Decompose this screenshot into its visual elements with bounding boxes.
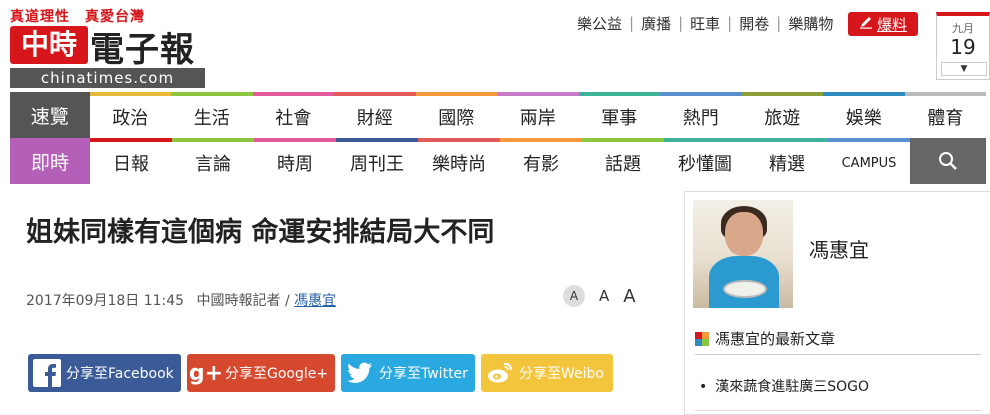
share-weibo-label: 分享至Weibo: [519, 366, 604, 382]
primary-nav: 速覽 政治 生活 社會 財經 國際 兩岸 軍事 熱門 旅遊 娛樂 體育: [10, 92, 987, 138]
nav-opinion[interactable]: 言論: [172, 138, 254, 184]
article-datetime: 2017年09月18日 11:45: [26, 293, 185, 309]
share-google-button[interactable]: g+ 分享至Google+: [187, 354, 335, 392]
nav-realtime[interactable]: 即時: [10, 138, 90, 184]
site-logo[interactable]: 真道理性 真愛台灣 中時 電子報 chinatimes.com: [10, 6, 210, 88]
nav-politics[interactable]: 政治: [89, 92, 172, 138]
logo-domain: chinatimes.com: [10, 68, 205, 88]
nav-entertainment[interactable]: 娛樂: [823, 92, 905, 138]
share-weibo-button[interactable]: 分享至Weibo: [481, 354, 613, 392]
logo-name: 電子報: [90, 30, 195, 70]
report-label: 爆料: [876, 15, 907, 34]
nav-topics[interactable]: 話題: [582, 138, 664, 184]
share-twitter-button[interactable]: 分享至Twitter: [341, 354, 475, 392]
top-link-books[interactable]: 開卷: [732, 13, 776, 34]
search-icon: [938, 151, 958, 176]
weibo-icon: [481, 354, 519, 392]
font-size-medium-button[interactable]: A: [599, 287, 609, 305]
date-widget: 九月 19 ▼: [936, 12, 990, 80]
latest-article-link[interactable]: 漢來蔬食進駐廣三SOGO: [699, 376, 869, 396]
top-links: 樂公益 | 廣播 | 旺車 | 開卷 | 樂購物: [570, 12, 840, 34]
top-link-shopping[interactable]: 樂購物: [781, 13, 840, 34]
latest-articles-heading: 馮惠宜的最新文章: [695, 328, 835, 349]
nav-life[interactable]: 生活: [171, 92, 253, 138]
article-headline: 姐妹同樣有這個病 命運安排結局大不同: [26, 217, 495, 248]
author-photo[interactable]: [693, 200, 793, 308]
author-link[interactable]: 馮惠宜: [294, 293, 336, 309]
nav-campus[interactable]: CAMPUS: [828, 138, 910, 184]
grid-icon: [695, 331, 709, 346]
nav-hot[interactable]: 熱門: [660, 92, 742, 138]
nav-infographics[interactable]: 秒懂圖: [664, 138, 746, 184]
nav-cross-strait[interactable]: 兩岸: [497, 92, 579, 138]
edit-icon: [859, 15, 873, 33]
latest-articles-title: 馮惠宜的最新文章: [715, 330, 836, 348]
share-twitter-label: 分享至Twitter: [379, 366, 468, 382]
nav-finance[interactable]: 財經: [334, 92, 416, 138]
font-size-large-button[interactable]: A: [623, 286, 635, 307]
nav-overview[interactable]: 速覽: [10, 92, 90, 138]
nav-world[interactable]: 國際: [415, 92, 498, 138]
report-button[interactable]: 爆料: [848, 12, 918, 36]
author-name[interactable]: 馮惠宜: [809, 234, 869, 263]
nav-magazine[interactable]: 周刊王: [336, 138, 418, 184]
nav-sports[interactable]: 體育: [904, 92, 987, 138]
top-link-charity[interactable]: 樂公益: [570, 13, 629, 34]
share-google-label: 分享至Google+: [225, 366, 329, 382]
nav-travel[interactable]: 旅遊: [741, 92, 824, 138]
divider: [695, 410, 981, 411]
nav-fashion[interactable]: 樂時尚: [418, 138, 500, 184]
nav-daily[interactable]: 日報: [90, 138, 172, 184]
site-header: 真道理性 真愛台灣 中時 電子報 chinatimes.com 樂公益 | 廣播…: [0, 0, 990, 92]
top-link-radio[interactable]: 廣播: [634, 13, 678, 34]
nav-video[interactable]: 有影: [500, 138, 582, 184]
date-month: 九月: [952, 22, 974, 35]
top-link-cars[interactable]: 旺車: [683, 13, 727, 34]
twitter-icon: [341, 354, 379, 392]
author-sidebar: 馮惠宜 馮惠宜的最新文章 漢來蔬食進駐廣三SOGO: [684, 191, 990, 415]
nav-society[interactable]: 社會: [252, 92, 335, 138]
font-size-small-button[interactable]: A: [563, 285, 585, 307]
chevron-down-icon[interactable]: ▼: [941, 62, 987, 76]
date-day: 19: [950, 35, 976, 59]
share-facebook-button[interactable]: 分享至Facebook: [28, 354, 181, 392]
search-button[interactable]: [910, 138, 986, 184]
google-plus-icon: g+: [188, 360, 224, 386]
font-size-controls: A A A: [563, 285, 636, 307]
nav-weekly[interactable]: 時周: [254, 138, 336, 184]
nav-featured[interactable]: 精選: [746, 138, 828, 184]
logo-mark: 中時: [10, 26, 88, 64]
article-meta: 2017年09月18日 11:45 中國時報記者 / 馮惠宜: [26, 290, 336, 310]
divider: [695, 354, 981, 355]
share-facebook-label: 分享至Facebook: [66, 366, 174, 382]
article-source: 中國時報記者 /: [196, 293, 290, 309]
secondary-nav: 即時 日報 言論 時周 周刊王 樂時尚 有影 話題 秒懂圖 精選 CAMPUS: [10, 138, 986, 184]
nav-military[interactable]: 軍事: [578, 92, 661, 138]
facebook-icon: [28, 354, 66, 392]
